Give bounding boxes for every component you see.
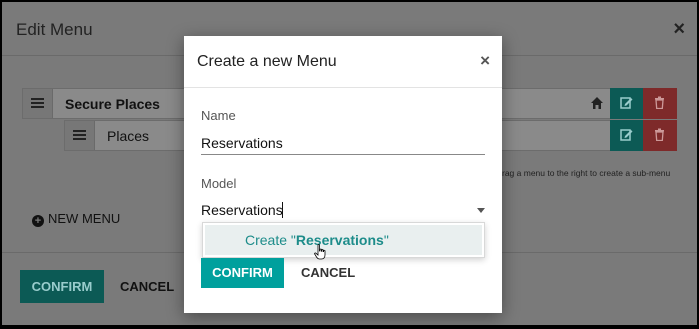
cancel-button[interactable]: CANCEL xyxy=(301,265,355,280)
drag-handle-icon[interactable] xyxy=(23,89,53,118)
model-autocomplete-dropdown: Create "Reservations" xyxy=(202,222,485,258)
modal-title: Create a new Menu xyxy=(197,53,337,70)
trash-icon xyxy=(655,128,664,141)
edit-menu-close-icon[interactable]: × xyxy=(673,18,685,41)
edit-button[interactable] xyxy=(610,120,644,151)
create-option[interactable]: Create "Reservations" xyxy=(205,225,482,255)
create-option-value: Reservations xyxy=(295,232,384,248)
menu-row-label: Secure Places xyxy=(65,96,160,112)
name-input[interactable] xyxy=(201,133,485,155)
create-menu-modal: Create a new Menu × Name Model Create "R… xyxy=(184,36,502,313)
edit-icon xyxy=(620,129,633,141)
hand-cursor-icon xyxy=(314,244,326,260)
close-icon[interactable]: × xyxy=(480,51,490,71)
name-label: Name xyxy=(201,108,236,123)
modal-header: Create a new Menu × xyxy=(184,36,502,88)
submenu-hint: rag a menu to the right to create a sub-… xyxy=(502,168,671,178)
new-menu-button[interactable]: + NEW MENU xyxy=(32,211,120,227)
trash-icon xyxy=(655,96,664,109)
model-input[interactable] xyxy=(201,200,485,222)
plus-circle-icon: + xyxy=(32,215,44,227)
create-option-suffix: " xyxy=(383,232,389,248)
drag-handle-icon[interactable] xyxy=(65,121,95,150)
caret-down-icon[interactable] xyxy=(477,208,485,213)
edit-button[interactable] xyxy=(610,88,644,119)
home-icon xyxy=(591,97,603,109)
delete-button[interactable] xyxy=(643,120,677,151)
model-label: Model xyxy=(201,176,237,191)
confirm-button[interactable]: CONFIRM xyxy=(201,258,284,288)
edit-menu-cancel-button[interactable]: CANCEL xyxy=(120,279,174,294)
edit-menu-title: Edit Menu xyxy=(16,20,93,39)
edit-menu-confirm-button[interactable]: CONFIRM xyxy=(20,270,104,303)
delete-button[interactable] xyxy=(643,88,677,119)
text-cursor xyxy=(282,202,283,218)
create-option-prefix: Create " xyxy=(245,232,296,248)
edit-icon xyxy=(620,97,633,109)
menu-row-label: Places xyxy=(107,128,150,144)
new-menu-label: NEW MENU xyxy=(48,211,121,226)
